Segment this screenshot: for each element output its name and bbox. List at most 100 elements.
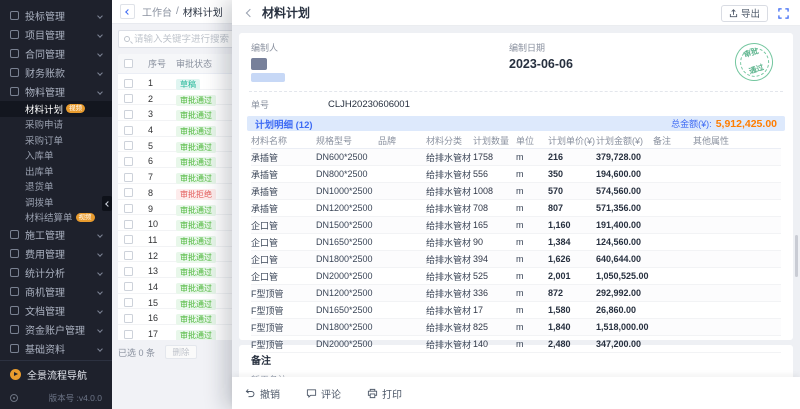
row-checkbox[interactable] bbox=[124, 94, 133, 103]
row-checkbox[interactable] bbox=[124, 173, 133, 182]
material-row[interactable]: 承插管 DN800*2500 给排水管材 556 m 350 194,600.0… bbox=[251, 166, 781, 183]
comment-button[interactable]: 评论 bbox=[306, 386, 341, 401]
amount: 194,600.00 bbox=[596, 169, 653, 179]
row-checkbox[interactable] bbox=[124, 282, 133, 291]
gear-icon[interactable] bbox=[10, 394, 18, 402]
material-row[interactable]: 承插管 DN1000*2500 给排水管材 1008 m 570 574,560… bbox=[251, 183, 781, 200]
order-label: 单号 bbox=[251, 98, 328, 111]
row-checkbox[interactable] bbox=[124, 79, 133, 88]
row-checkbox[interactable] bbox=[124, 157, 133, 166]
plan-qty: 556 bbox=[473, 169, 516, 179]
status-badge: 审批通过 bbox=[176, 283, 216, 294]
sidebar-subitem[interactable]: 退货单 bbox=[0, 179, 112, 195]
sidebar-subitem[interactable]: 入库单 bbox=[0, 148, 112, 164]
material-spec: DN1800*2500 bbox=[316, 254, 378, 264]
version-row: 版本号 :v4.0.0 bbox=[0, 387, 112, 409]
breadcrumb-separator: / bbox=[176, 6, 179, 17]
material-row[interactable]: 承插管 DN600*2500 给排水管材 1758 m 216 379,728.… bbox=[251, 149, 781, 166]
sidebar-item[interactable]: 施工管理 bbox=[0, 225, 112, 244]
amount: 574,560.00 bbox=[596, 186, 653, 196]
export-icon bbox=[729, 9, 738, 18]
sidebar-subitem[interactable]: 采购订单 bbox=[0, 132, 112, 148]
row-checkbox[interactable] bbox=[124, 267, 133, 276]
sidebar-subitem[interactable]: 材料计划 视频 bbox=[0, 101, 112, 117]
sidebar-subitem[interactable]: 调拨单 bbox=[0, 194, 112, 210]
material-category: 给排水管材 bbox=[426, 168, 473, 181]
material-name: F型顶管 bbox=[251, 321, 316, 334]
material-name: F型顶管 bbox=[251, 304, 316, 317]
material-category: 给排水管材 bbox=[426, 236, 473, 249]
row-checkbox[interactable] bbox=[124, 110, 133, 119]
material-row[interactable]: F型顶管 DN1200*2500 给排水管材 336 m 872 292,992… bbox=[251, 285, 781, 302]
plan-qty: 90 bbox=[473, 237, 516, 247]
drawer-title: 材料计划 bbox=[262, 4, 310, 21]
sidebar-subitem[interactable]: 采购申请 bbox=[0, 117, 112, 133]
plan-qty: 336 bbox=[473, 288, 516, 298]
material-spec: DN1500*2500 bbox=[316, 220, 378, 230]
sidebar-collapse-handle[interactable] bbox=[102, 196, 112, 211]
amount: 1,518,000.00 bbox=[596, 322, 653, 332]
material-row[interactable]: F型顶管 DN1800*2500 给排水管材 825 m 1,840 1,518… bbox=[251, 319, 781, 336]
sidebar-item[interactable]: 合同管理 bbox=[0, 44, 112, 63]
menu-module-icon bbox=[10, 287, 19, 296]
row-checkbox[interactable] bbox=[124, 188, 133, 197]
unit: m bbox=[516, 288, 548, 298]
menu-module-icon bbox=[10, 249, 19, 258]
sidebar-item[interactable]: 项目管理 bbox=[0, 25, 112, 44]
app-window: 投标管理 项目管理 合同管理 财务账款 bbox=[0, 0, 800, 409]
undo-button[interactable]: 撤销 bbox=[245, 386, 280, 401]
sidebar-item[interactable]: 费用管理 bbox=[0, 244, 112, 263]
export-button[interactable]: 导出 bbox=[721, 5, 768, 22]
sidebar-subitem[interactable]: 材料结算单 视频 bbox=[0, 210, 112, 226]
breadcrumb-root[interactable]: 工作台 bbox=[142, 4, 172, 19]
sidebar-item[interactable]: 文档管理 bbox=[0, 301, 112, 320]
chevron-left-icon bbox=[105, 201, 111, 207]
column-header-seq: 序号 bbox=[148, 57, 176, 70]
row-checkbox[interactable] bbox=[124, 235, 133, 244]
sidebar-subitem[interactable]: 出库单 bbox=[0, 163, 112, 179]
sidebar-item[interactable]: 商机管理 bbox=[0, 282, 112, 301]
material-row[interactable]: 企口管 DN2000*2500 给排水管材 525 m 2,001 1,050,… bbox=[251, 268, 781, 285]
material-row[interactable]: 企口管 DN1800*2500 给排水管材 394 m 1,626 640,64… bbox=[251, 251, 781, 268]
scrollbar-thumb[interactable] bbox=[795, 235, 798, 277]
print-button[interactable]: 打印 bbox=[367, 386, 402, 401]
unit-price: 350 bbox=[548, 169, 596, 179]
batch-delete-button[interactable]: 删除 bbox=[165, 345, 197, 359]
status-badge: 审批通过 bbox=[176, 314, 216, 325]
drawer-back-button[interactable] bbox=[242, 6, 256, 20]
fullscreen-icon[interactable] bbox=[776, 6, 790, 20]
material-row[interactable]: 企口管 DN1650*2500 给排水管材 90 m 1,384 124,560… bbox=[251, 234, 781, 251]
unit-price: 2,001 bbox=[548, 271, 596, 281]
material-row[interactable]: F型顶管 DN1650*2500 给排水管材 17 m 1,580 26,860… bbox=[251, 302, 781, 319]
chevron-down-icon bbox=[97, 327, 103, 333]
material-row[interactable]: F型顶管 DN2000*2500 给排水管材 140 m 2,480 347,2… bbox=[251, 336, 781, 353]
row-checkbox[interactable] bbox=[124, 314, 133, 323]
sidebar-item[interactable]: 财务账款 bbox=[0, 63, 112, 82]
video-badge: 视频 bbox=[76, 213, 95, 222]
sidebar-item[interactable]: 物料管理 bbox=[0, 82, 112, 101]
row-checkbox[interactable] bbox=[124, 141, 133, 150]
row-checkbox[interactable] bbox=[124, 298, 133, 307]
sidebar-item[interactable]: 投标管理 bbox=[0, 6, 112, 25]
amount: 379,728.00 bbox=[596, 152, 653, 162]
select-all-checkbox[interactable] bbox=[124, 59, 133, 68]
order-number-row: 单号 CLJH20230606001 bbox=[251, 92, 781, 116]
print-icon bbox=[367, 388, 378, 399]
menu-module-icon bbox=[10, 306, 19, 315]
process-nav-button[interactable]: 全景流程导航 bbox=[0, 361, 112, 387]
sidebar-item[interactable]: 基础资料 bbox=[0, 339, 112, 358]
row-checkbox[interactable] bbox=[124, 220, 133, 229]
material-row[interactable]: 承插管 DN1200*2500 给排水管材 708 m 807 571,356.… bbox=[251, 200, 781, 217]
row-checkbox[interactable] bbox=[124, 251, 133, 260]
menu-module-icon bbox=[10, 344, 19, 353]
row-checkbox[interactable] bbox=[124, 330, 133, 339]
material-row[interactable]: 企口管 DN1500*2500 给排水管材 165 m 1,160 191,40… bbox=[251, 217, 781, 234]
status-badge: 审批通过 bbox=[176, 173, 216, 184]
unit: m bbox=[516, 220, 548, 230]
sidebar-item[interactable]: 统计分析 bbox=[0, 263, 112, 282]
row-checkbox[interactable] bbox=[124, 204, 133, 213]
plan-qty: 165 bbox=[473, 220, 516, 230]
row-checkbox[interactable] bbox=[124, 126, 133, 135]
sidebar-item[interactable]: 资金账户管理 bbox=[0, 320, 112, 339]
back-button[interactable] bbox=[120, 4, 135, 19]
